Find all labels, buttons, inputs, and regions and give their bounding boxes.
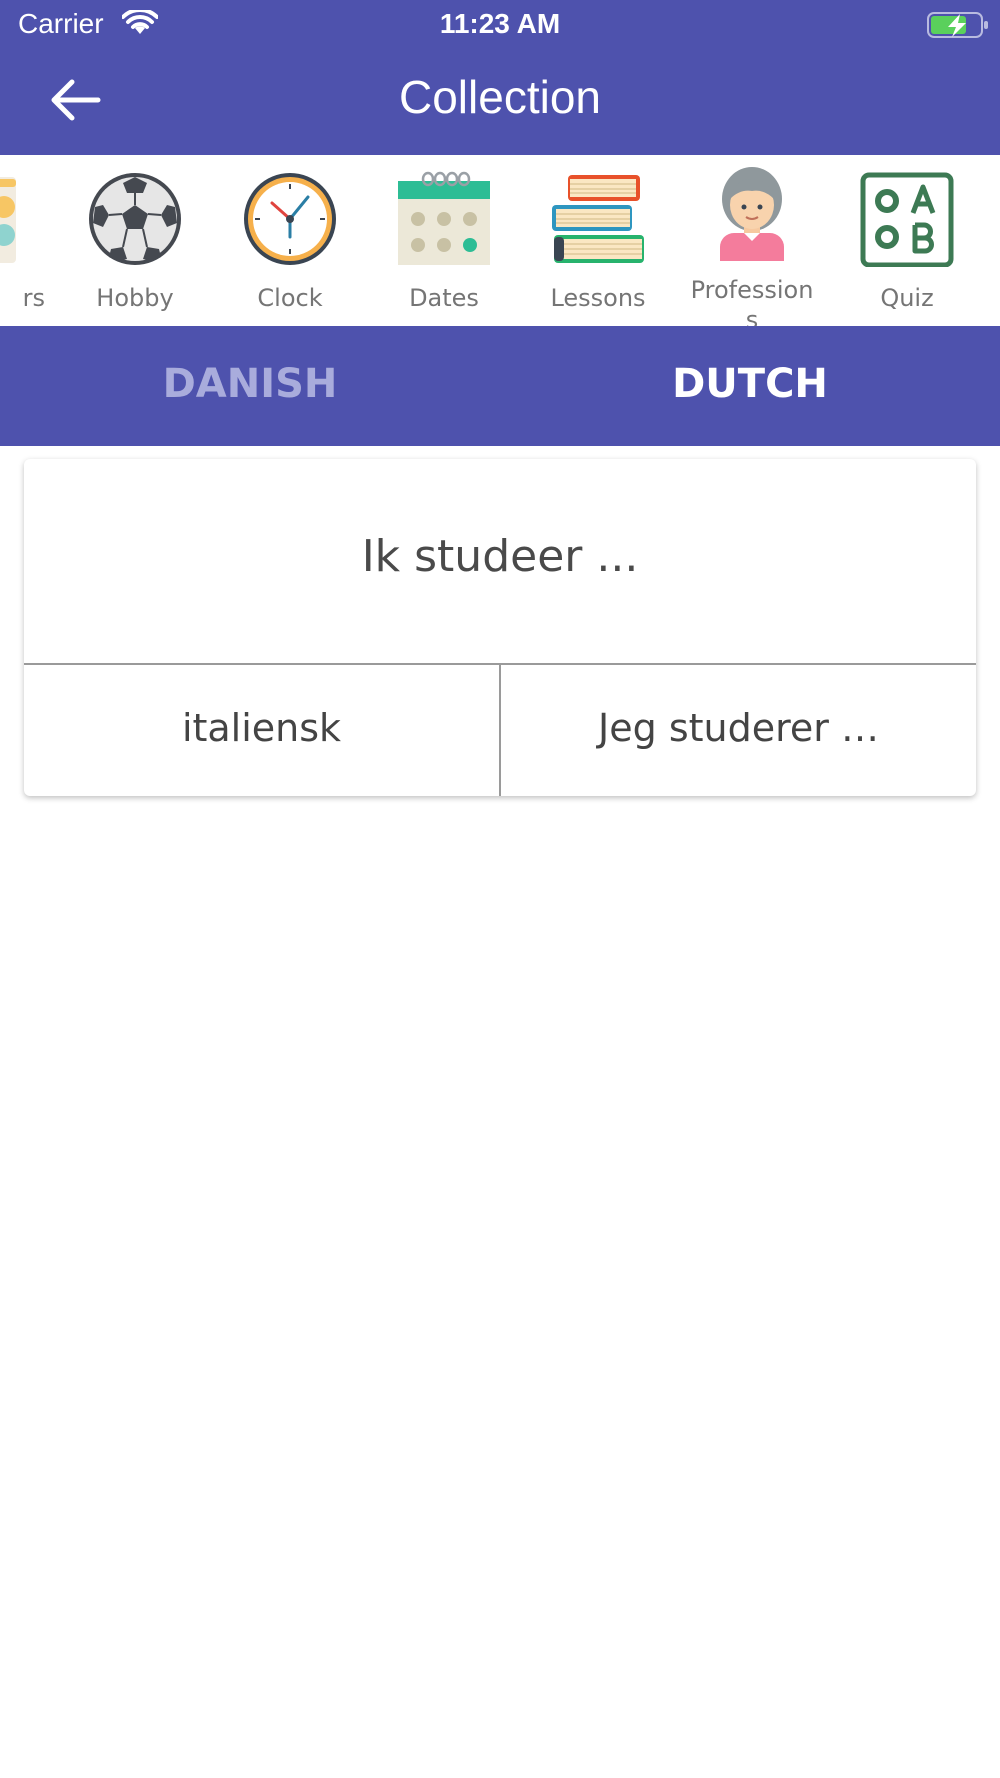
status-time: 11:23 AM: [439, 8, 561, 39]
category-item-professions[interactable]: Profession s: [677, 165, 827, 326]
answer-option-1[interactable]: italiensk: [24, 665, 499, 796]
category-item-partial[interactable]: rs: [0, 165, 45, 325]
battery-icon: [927, 12, 988, 38]
category-label: Hobby: [96, 284, 174, 312]
calendar-icon: [398, 171, 490, 265]
quiz-icon: [860, 172, 954, 267]
tab-dutch[interactable]: DUTCH: [500, 326, 1000, 446]
category-scroller[interactable]: rs Hobby Clock Dates Lessons Profession …: [0, 155, 1000, 326]
category-item-hobby[interactable]: Hobby: [60, 165, 210, 325]
category-item-clock[interactable]: Clock: [215, 165, 365, 325]
tab-danish[interactable]: DANISH: [0, 326, 500, 446]
soccer-ball-icon: [89, 173, 181, 265]
category-label: Clock: [257, 284, 323, 312]
person-icon: [720, 167, 784, 261]
category-item-lessons[interactable]: Lessons: [523, 165, 673, 325]
language-tabs: DANISH DUTCH: [0, 326, 1000, 446]
status-bar: Carrier 11:23 AM: [0, 0, 1000, 50]
category-item-dates[interactable]: Dates: [369, 165, 519, 325]
category-label: Lessons: [550, 284, 646, 312]
question-text: Ik studeer ...: [361, 531, 639, 582]
books-icon: [552, 175, 644, 263]
partial-category-icon: [0, 177, 16, 263]
category-label: Dates: [409, 284, 479, 312]
category-item-quiz[interactable]: Quiz: [832, 165, 982, 325]
category-label: rs: [22, 284, 45, 312]
clock-icon: [244, 173, 336, 265]
app-header: Carrier 11:23 AM Collection: [0, 0, 1000, 155]
category-label: Profession s: [690, 276, 814, 326]
category-label: Quiz: [880, 284, 934, 312]
quiz-card: Ik studeer ... italiensk Jeg studerer …: [24, 459, 976, 796]
answer-option-2[interactable]: Jeg studerer …: [501, 665, 976, 796]
page-title: Collection: [399, 71, 601, 123]
